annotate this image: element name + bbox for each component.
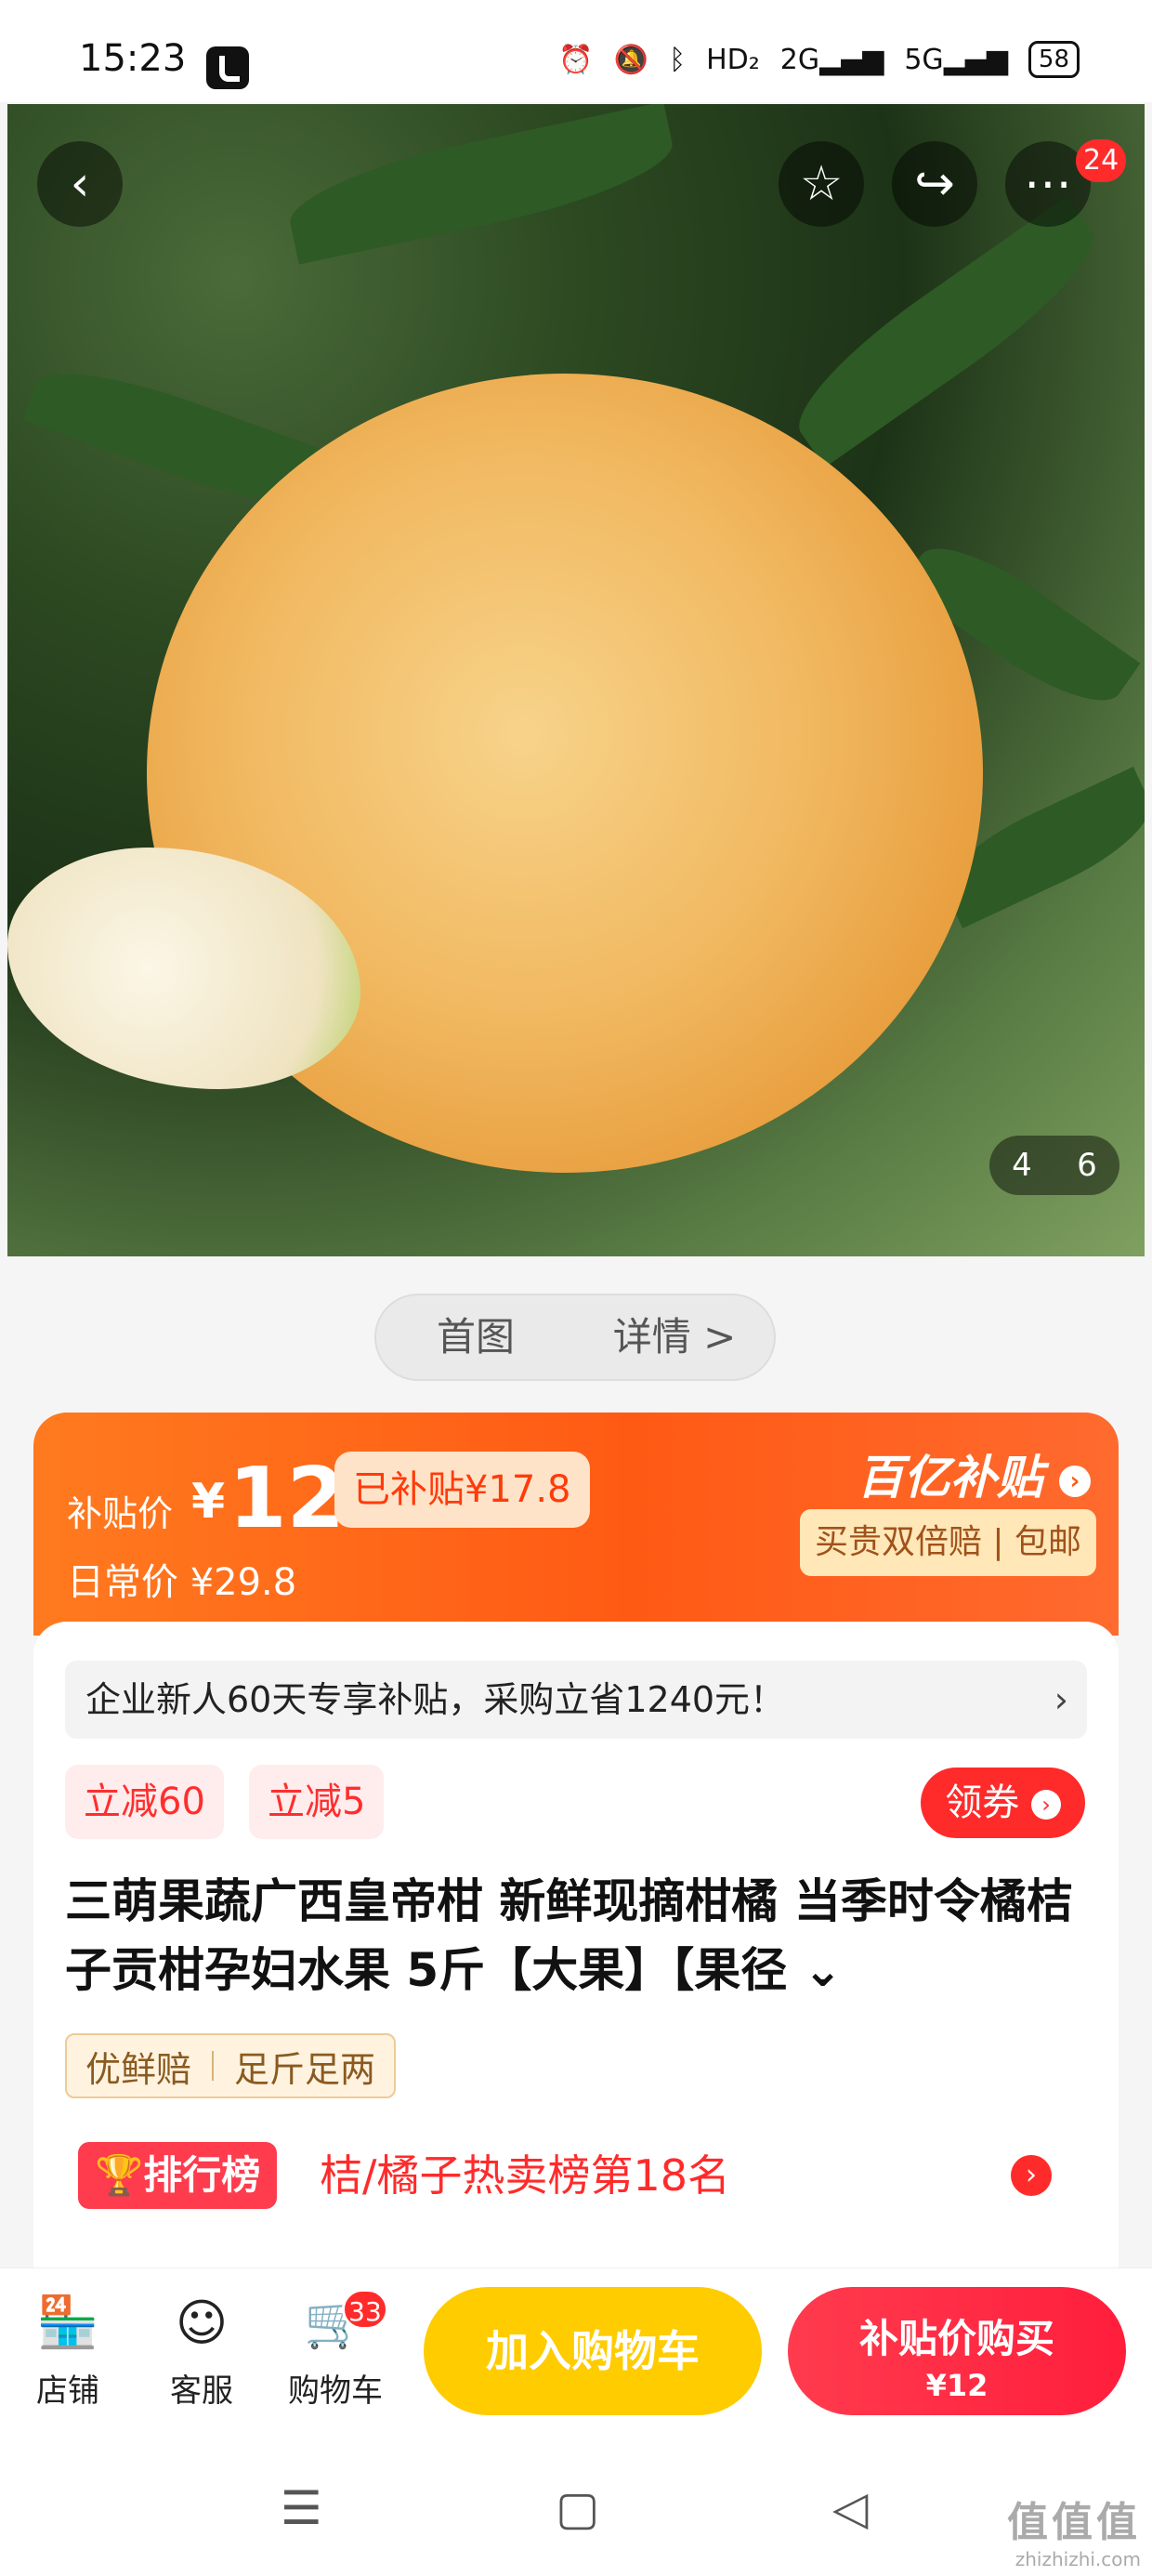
chevron-right-icon: › — [1059, 1465, 1091, 1497]
subsidy-price: 12 — [229, 1450, 346, 1547]
feature-tag: 优鲜赔 — [85, 2048, 192, 2090]
subsidy-price-label: 补贴价 — [67, 1493, 174, 1534]
product-info-card: 企业新人60天专享补贴，采购立省1240元！ › 立减60 立减5 领券 › 三… — [33, 1622, 1119, 2272]
image-switch: 首图 详情 > — [374, 1294, 776, 1381]
shop-icon: 🏪 — [36, 2293, 99, 2351]
shop-label: 店铺 — [36, 2372, 99, 2410]
share-icon[interactable]: ↪ — [892, 141, 977, 227]
feature-tag: 足斤足两 — [234, 2048, 376, 2090]
billion-subsidy-logo[interactable]: 百亿补贴 › — [857, 1440, 1091, 1507]
ranking-badge: 🏆排行榜 — [78, 2142, 278, 2209]
chevron-right-icon: › — [1054, 1679, 1068, 1720]
system-nav-bar: ☰ ▢ ◁ 值值值 zhizhizhi.com — [0, 2444, 1152, 2576]
back-button[interactable]: ‹ — [37, 141, 123, 227]
coupon-tag[interactable]: 立减60 — [65, 1765, 224, 1839]
feature-tags[interactable]: 优鲜赔 足斤足两 — [65, 2033, 397, 2098]
bottom-action-bar: 🏪 店铺 ☺ 客服 🛒 33 购物车 加入购物车 补贴价购买 ¥12 — [0, 2267, 1152, 2444]
hd-icon: HD₂ — [706, 43, 760, 76]
status-bar: 15:23 ⏰ 🔕 ᛒ HD₂ 2G▂▄▆ 5G▂▄▆ 58 — [0, 0, 1152, 102]
service-label: 客服 — [170, 2372, 233, 2410]
cart-tab[interactable]: 🛒 33 购物车 — [284, 2289, 388, 2411]
coupon-tag[interactable]: 立减5 — [249, 1765, 385, 1839]
tab-detail[interactable]: 详情 > — [575, 1295, 774, 1379]
signal-5g-icon: 5G▂▄▆ — [904, 43, 1008, 76]
cart-badge: 33 — [342, 2289, 388, 2330]
bluetooth-icon: ᛒ — [669, 43, 687, 76]
chevron-right-icon[interactable]: › — [1011, 2155, 1052, 2196]
page-current: 4 — [1012, 1147, 1032, 1184]
subsidy-amount-tag: 已补贴¥17.8 — [334, 1452, 590, 1528]
home-icon[interactable]: ▢ — [556, 2481, 599, 2535]
menu-icon[interactable]: ☰ — [281, 2481, 322, 2535]
get-coupon-button[interactable]: 领券 › — [921, 1768, 1085, 1838]
promo-text: 企业新人60天专享补贴，采购立省1240元！ — [85, 1679, 786, 1720]
guarantee-tag: 买贵双倍赔 | 包邮 — [799, 1509, 1096, 1576]
image-page-counter: 4 6 — [989, 1136, 1119, 1195]
mute-icon: 🔕 — [613, 43, 649, 76]
back-triangle-icon[interactable]: ◁ — [832, 2481, 868, 2535]
buy-price: ¥12 — [925, 2368, 988, 2403]
enterprise-promo-bar[interactable]: 企业新人60天专享补贴，采购立省1240元！ › — [65, 1661, 1087, 1739]
chevron-down-icon[interactable]: ⌄ — [804, 1943, 843, 1997]
favorite-star-icon[interactable]: ☆ — [779, 141, 864, 227]
signal-2g-icon: 2G▂▄▆ — [779, 43, 884, 76]
trophy-icon: 🏆 — [95, 2152, 144, 2198]
customer-service-icon: ☺ — [175, 2293, 229, 2352]
battery-icon: 58 — [1028, 41, 1080, 78]
status-time: 15:23 — [79, 37, 187, 80]
tab-first-image[interactable]: 首图 — [376, 1295, 575, 1379]
cart-label: 购物车 — [288, 2372, 383, 2410]
product-title[interactable]: 三萌果蔬广西皇帝柑 新鲜现摘柑橘 当季时令橘桔子贡柑孕妇水果 5斤【大果】【果径… — [65, 1867, 1087, 2004]
watermark: 值值值 zhizhizhi.com — [1007, 2499, 1141, 2570]
shop-tab[interactable]: 🏪 店铺 — [17, 2289, 119, 2411]
product-image[interactable] — [7, 104, 1145, 1256]
service-tab[interactable]: ☺ 客服 — [151, 2289, 253, 2411]
add-to-cart-button[interactable]: 加入购物车 — [424, 2287, 762, 2415]
buy-now-button[interactable]: 补贴价购买 ¥12 — [788, 2287, 1126, 2415]
more-badge: 24 — [1076, 139, 1127, 182]
chevron-right-icon: › — [1031, 1790, 1061, 1820]
currency-symbol: ¥ — [191, 1474, 226, 1530]
buy-label: 补贴价购买 — [858, 2316, 1054, 2361]
status-icons: ⏰ 🔕 ᛒ HD₂ 2G▂▄▆ 5G▂▄▆ 58 — [558, 41, 1080, 78]
ranking-text[interactable]: 桔/橘子热卖榜第18名 — [320, 2142, 730, 2209]
daily-price: 日常价 ¥29.8 — [67, 1561, 297, 1604]
alarm-icon: ⏰ — [558, 43, 594, 76]
price-card: 补贴价 ¥ 12 已补贴¥17.8 日常价 ¥29.8 百亿补贴 › 买贵双倍赔… — [33, 1413, 1119, 1636]
page-total: 6 — [1077, 1147, 1097, 1184]
douyin-app-icon — [206, 46, 249, 89]
